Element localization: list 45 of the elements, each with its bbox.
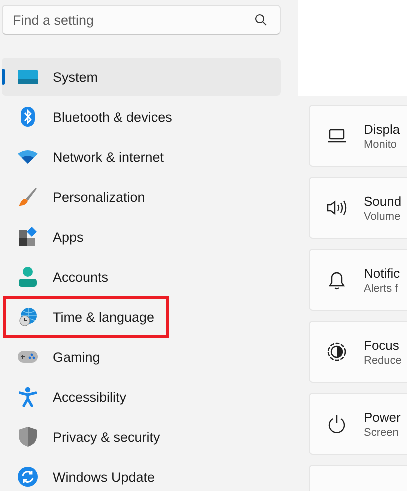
sidebar-item[interactable]: Personalization <box>2 178 281 216</box>
card-subtitle: Monito <box>364 138 398 150</box>
sidebar-item[interactable]: Apps <box>2 218 281 256</box>
sidebar-item[interactable]: Accounts <box>2 258 281 296</box>
sidebar-item[interactable]: Gaming <box>2 338 281 376</box>
sidebar-item[interactable]: Privacy & security <box>2 418 281 456</box>
sidebar-item[interactable]: System <box>2 58 281 96</box>
speaker-icon <box>327 200 347 216</box>
card-title: Notific <box>364 266 400 280</box>
bell-icon <box>329 270 345 290</box>
card-subtitle: Alerts f <box>364 282 400 294</box>
settings-card[interactable]: Power Screen <box>309 393 407 455</box>
accessibility-icon <box>18 387 36 407</box>
power-icon <box>328 414 346 434</box>
apps-icon <box>18 227 38 247</box>
sidebar-item[interactable]: Windows Update <box>2 458 281 491</box>
card-title: Displa <box>364 122 400 136</box>
settings-card[interactable]: Displa Monito <box>309 105 407 167</box>
update-icon <box>18 467 38 487</box>
sidebar-item[interactable]: Time & language <box>2 298 281 336</box>
settings-card[interactable]: Notific Alerts f <box>309 249 407 311</box>
settings-card[interactable]: Focus Reduce <box>309 321 407 383</box>
focus-icon <box>327 342 347 362</box>
sidebar-item[interactable]: Accessibility <box>2 378 281 416</box>
card-subtitle: Reduce <box>364 354 402 366</box>
bluetooth-icon <box>20 107 34 127</box>
card-title: Sound <box>364 194 402 208</box>
shield-icon <box>18 427 36 447</box>
sidebar-item[interactable]: Bluetooth & devices <box>2 98 281 136</box>
globe-clock-icon <box>18 307 38 327</box>
selection-indicator <box>2 69 5 85</box>
search-icon <box>255 14 267 26</box>
laptop-icon <box>328 129 346 143</box>
monitor-icon <box>18 70 38 84</box>
card-subtitle: Screen <box>364 426 400 438</box>
card-title: Power <box>364 410 401 424</box>
person-icon <box>18 267 36 287</box>
settings-card[interactable]: Sound Volume <box>309 177 407 239</box>
card-subtitle: Volume <box>364 210 402 222</box>
search-field[interactable]: Find a setting <box>2 5 281 35</box>
card-title: Focus <box>364 338 400 352</box>
gamepad-icon <box>18 350 38 364</box>
wifi-icon <box>18 150 38 164</box>
brush-icon <box>18 187 38 207</box>
sidebar-item[interactable]: Network & internet <box>2 138 281 176</box>
